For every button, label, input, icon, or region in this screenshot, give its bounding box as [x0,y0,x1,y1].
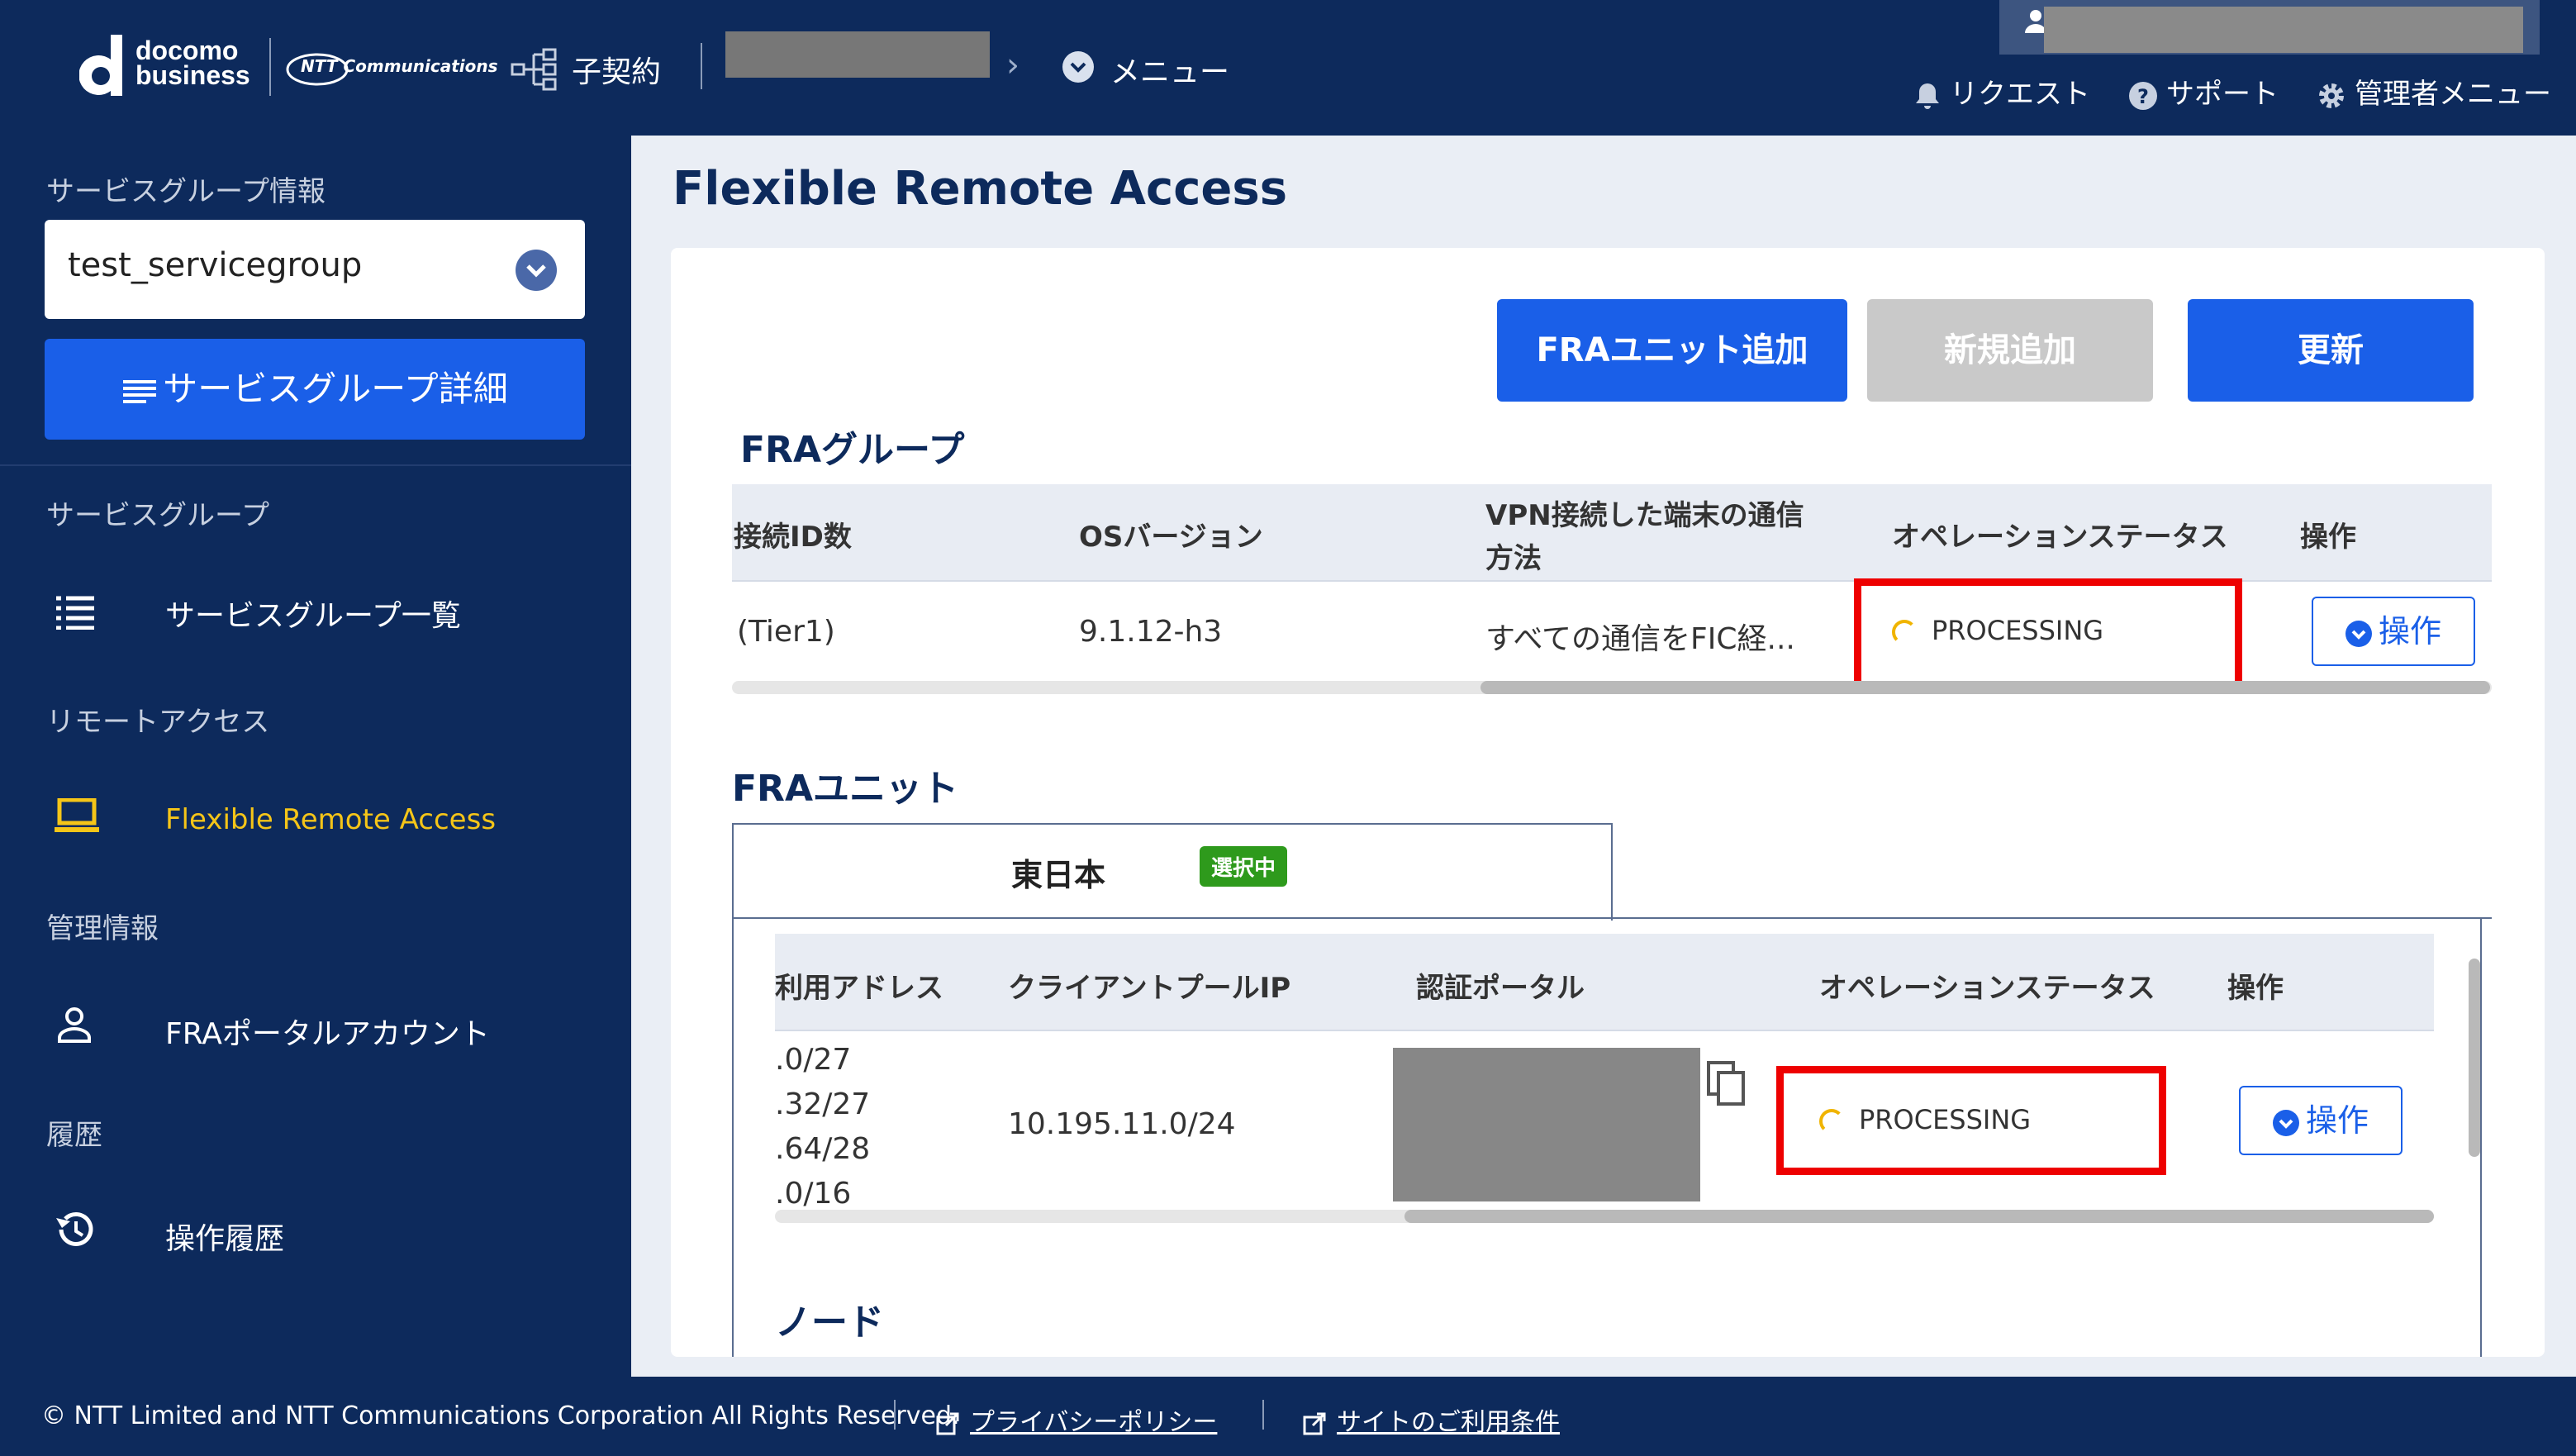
page-title: Flexible Remote Access [673,162,1288,216]
docomo-business-logo: docomo business [135,36,250,90]
sidebar-section-history: 履歴 [46,1119,102,1152]
header-client-pool-ip: クライアントプールIP [1008,972,1291,1005]
fra-unit-title: FRAユニット [732,768,958,810]
sidebar-item-service-group-list[interactable]: サービスグループ一覧 [165,592,461,635]
hierarchy-icon [511,48,557,91]
address-item: .32/27 [775,1087,871,1121]
add-fra-unit-button[interactable]: FRAユニット追加 [1497,299,1847,402]
sidebar-item-fra-portal-account[interactable]: FRAポータルアカウント [165,1010,490,1053]
content-card: FRAユニット追加 新規追加 更新 FRAグループ 接続ID数 OSバージョン … [671,248,2545,1357]
fra-group-title: FRAグループ [740,429,965,471]
person-icon [56,1006,93,1048]
gear-icon [2319,83,2344,108]
chevron-down-icon [2272,1109,2299,1136]
header-vpn-method-line2: 方法 [1485,542,1542,575]
privacy-policy-link[interactable]: プライバシーポリシー [935,1401,1217,1438]
header-connection-ids: 接続ID数 [734,521,852,554]
request-link[interactable]: リクエスト [1913,71,2090,112]
tab-label: 東日本 [1011,857,1106,893]
svg-text:?: ? [2137,85,2149,108]
top-header: docomo business NTT Communications 子契約 ›… [0,0,2576,136]
horizontal-scrollbar-thumb[interactable] [1404,1210,2434,1223]
chevron-down-icon[interactable] [1062,51,1094,83]
admin-menu-link[interactable]: 管理者メニュー [2317,71,2551,112]
cell-used-address-list: .0/27 .32/27 .64/28 .0/16 [775,1038,870,1216]
tab-east-japan[interactable] [732,823,1613,921]
sidebar-item-operation-history[interactable]: 操作履歴 [165,1215,284,1258]
address-item: .64/28 [775,1132,871,1166]
help-circle-icon: ? [2129,81,2157,110]
status-badge: PROCESSING [1892,615,2103,646]
tab-baseline [732,917,2492,919]
refresh-button[interactable]: 更新 [2188,299,2474,402]
list-icon [55,593,96,633]
action-button[interactable]: 操作 [2239,1086,2403,1155]
header-action: 操作 [2227,972,2284,1005]
cell-os-version: 9.1.12-h3 [1079,615,1223,649]
laptop-icon [53,797,101,836]
copy-icon[interactable] [1705,1059,1747,1111]
copyright-text: © NTT Limited and NTT Communications Cor… [41,1401,960,1430]
external-link-icon [1303,1412,1326,1435]
header-vpn-method-line1: VPN接続した端末の通信 [1485,499,1804,532]
contract-link[interactable]: 子契約 [572,48,661,91]
spinner-icon [1892,620,1917,645]
panel-border [2480,919,2482,1357]
footer-divider [1262,1400,1264,1430]
footer-divider [894,1400,896,1430]
cell-client-pool-ip: 10.195.11.0/24 [1008,1107,1236,1141]
bell-icon [1916,83,1939,109]
service-group-select[interactable]: test_servicegroup [45,220,585,319]
action-button[interactable]: 操作 [2312,597,2475,666]
docomo-d-logo-icon [79,35,122,96]
redacted-auth-portal [1393,1048,1700,1201]
service-group-detail-button[interactable]: サービスグループ詳細 [45,339,585,440]
header-used-address: 利用アドレス [775,972,943,1005]
history-icon [53,1210,94,1253]
sidebar-section-management: 管理情報 [46,912,159,945]
panel-border [732,919,734,1357]
redacted-contract-name [725,31,990,78]
footer: © NTT Limited and NTT Communications Cor… [0,1377,2576,1456]
status-badge: PROCESSING [1819,1104,2031,1135]
logo-divider [269,38,271,96]
sidebar-section-remote-access: リモートアクセス [46,706,270,739]
menu-button[interactable]: メニュー [1110,48,1229,91]
sg-info-label: サービスグループ情報 [46,175,326,208]
header-divider [701,43,702,89]
external-link-icon [936,1412,959,1435]
header-os-version: OSバージョン [1079,521,1263,554]
chevron-down-icon [516,250,557,291]
horizontal-scrollbar-thumb[interactable] [1480,681,2490,694]
sidebar-divider [0,464,631,466]
header-operation-status: オペレーションステータス [1892,521,2228,554]
sidebar [0,136,631,1377]
chevron-down-icon [2345,620,2372,647]
new-add-button[interactable]: 新規追加 [1867,299,2153,402]
row-divider [775,1030,2434,1031]
cell-connection-ids: (Tier1) [737,615,835,649]
service-group-select-value: test_servicegroup [68,246,363,284]
menu-lines-icon [123,379,157,403]
sidebar-section-service-group: サービスグループ [46,499,269,532]
ntt-communications-logo: NTT Communications [284,48,498,89]
node-section-title: ノード [775,1301,884,1344]
terms-of-use-link[interactable]: サイトのご利用条件 [1302,1401,1560,1438]
vertical-scrollbar[interactable] [2469,959,2480,1157]
redacted-user-name [2044,7,2523,53]
spinner-icon [1819,1109,1844,1134]
chevron-right-icon: › [1006,46,1019,84]
selected-badge: 選択中 [1200,846,1288,887]
header-operation-status: オペレーションステータス [1819,972,2155,1005]
address-item: .0/27 [775,1043,852,1077]
header-auth-portal: 認証ポータル [1416,972,1585,1005]
sidebar-item-flexible-remote-access[interactable]: Flexible Remote Access [165,803,496,836]
support-link[interactable]: ? サポート [2128,71,2279,112]
header-action: 操作 [2300,521,2356,554]
cell-vpn-method: すべての通信をFIC経... [1485,622,1795,656]
